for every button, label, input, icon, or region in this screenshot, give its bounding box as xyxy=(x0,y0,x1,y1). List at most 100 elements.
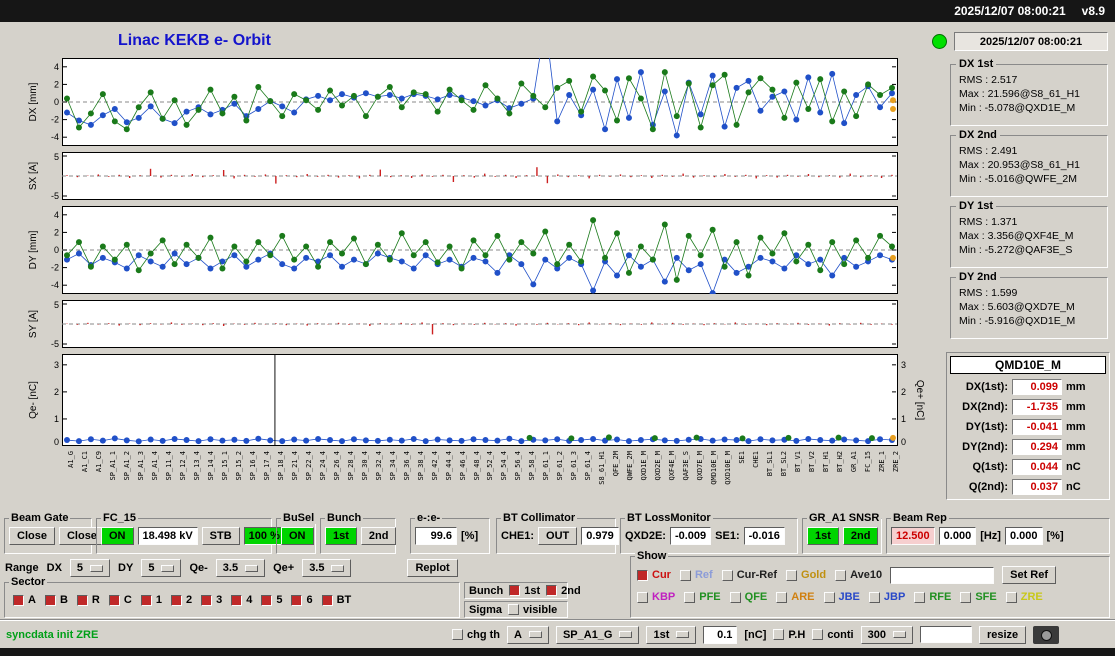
interval-select[interactable]: 300 xyxy=(860,625,913,644)
checkbox-icon[interactable] xyxy=(231,594,243,606)
range-qe-plus-select[interactable]: 3.5 xyxy=(302,559,352,577)
checkbox-icon[interactable] xyxy=(108,594,120,606)
x-axis-label: SP_48_4 xyxy=(472,451,481,481)
se1-value-display: -0.016 xyxy=(743,527,785,545)
ref-file-input[interactable] xyxy=(890,566,995,584)
checkbox-icon[interactable] xyxy=(637,569,648,581)
show-cur-ref[interactable]: Cur-Ref xyxy=(721,569,777,581)
stats-rms: RMS : 2.491 xyxy=(959,145,1018,157)
checkbox-icon[interactable] xyxy=(509,585,521,596)
monitor-row-value: 0.099 xyxy=(1012,378,1062,395)
sector-b[interactable]: B xyxy=(44,594,68,606)
range-dy-label: DY xyxy=(118,562,134,574)
sector-1[interactable]: 1 xyxy=(140,594,162,606)
checkbox-icon[interactable] xyxy=(835,569,847,581)
sector-3[interactable]: 3 xyxy=(201,594,222,606)
replot-button[interactable]: Replot xyxy=(407,559,458,577)
camera-icon[interactable] xyxy=(1033,625,1060,644)
x-axis-label: SP_58_4 xyxy=(528,451,537,481)
bunch-1st-button[interactable]: 1st xyxy=(325,527,357,545)
checkbox-icon[interactable] xyxy=(786,569,798,581)
checkbox-icon[interactable] xyxy=(721,569,733,581)
show-jbe[interactable]: JBE xyxy=(823,591,860,603)
device-select[interactable]: SP_A1_G xyxy=(555,625,640,644)
range-dx-select[interactable]: 5 xyxy=(69,559,111,577)
range-dx-label: DX xyxy=(46,562,62,574)
checkbox-icon[interactable] xyxy=(729,591,741,603)
checkbox-icon[interactable] xyxy=(868,591,880,603)
sector-5[interactable]: 5 xyxy=(261,594,282,606)
checkbox-icon[interactable] xyxy=(637,591,648,603)
ph-toggle[interactable]: P.H xyxy=(773,629,805,641)
show-ave10[interactable]: Ave10 xyxy=(835,569,882,581)
sector-2[interactable]: 2 xyxy=(170,594,192,606)
beam-gate-close-1-button[interactable]: Close xyxy=(9,527,55,545)
monitor-name[interactable]: QMD10E_M xyxy=(950,356,1106,374)
sector-r[interactable]: R xyxy=(76,594,100,606)
show-qfe[interactable]: QFE xyxy=(729,591,767,603)
show-jbp[interactable]: JBP xyxy=(868,591,905,603)
checkbox-icon[interactable] xyxy=(291,594,303,606)
checkbox-icon[interactable] xyxy=(914,591,926,603)
show-cur[interactable]: Cur xyxy=(637,569,671,581)
monitor-row-unit: nC xyxy=(1066,480,1081,493)
bunch-select[interactable]: 1st xyxy=(646,625,697,644)
checkbox-icon[interactable] xyxy=(823,591,835,603)
checkbox-icon[interactable] xyxy=(13,594,24,606)
show-zre[interactable]: ZRE xyxy=(1005,591,1043,603)
checkbox-icon[interactable] xyxy=(960,591,972,603)
show-are[interactable]: ARE xyxy=(776,591,815,603)
show-pfe[interactable]: PFE xyxy=(684,591,721,603)
conti-toggle[interactable]: conti xyxy=(812,629,854,641)
chg-th-toggle[interactable]: chg th xyxy=(452,629,500,641)
checkbox-icon[interactable] xyxy=(812,629,824,640)
checkbox-icon[interactable] xyxy=(679,569,691,581)
fc15-stb-button[interactable]: STB xyxy=(201,527,240,545)
gr-a1-1st-button[interactable]: 1st xyxy=(807,527,839,545)
sector-6[interactable]: 6 xyxy=(291,594,313,606)
show-gold[interactable]: Gold xyxy=(786,569,826,581)
checkbox-icon[interactable] xyxy=(76,594,88,606)
checkbox-icon[interactable] xyxy=(170,594,182,606)
checkbox-icon[interactable] xyxy=(684,591,696,603)
bunch-1st[interactable]: 1st xyxy=(509,585,540,597)
set-ref-button[interactable]: Set Ref xyxy=(1002,566,1057,584)
resize-button[interactable]: resize xyxy=(978,625,1027,644)
checkbox-icon[interactable] xyxy=(776,591,788,603)
checkbox-icon[interactable] xyxy=(508,604,520,615)
show-kbp[interactable]: KBP xyxy=(637,591,675,603)
show-sfe[interactable]: SFE xyxy=(960,591,997,603)
range-qe-minus-select[interactable]: 3.5 xyxy=(215,559,266,577)
bunch-2nd[interactable]: 2nd xyxy=(546,585,581,597)
fc15-on-button[interactable]: ON xyxy=(101,527,134,545)
sector-bt[interactable]: BT xyxy=(321,594,351,606)
show-rfe[interactable]: RFE xyxy=(914,591,951,603)
checkbox-icon[interactable] xyxy=(261,594,273,606)
bunch-2nd-button[interactable]: 2nd xyxy=(360,527,397,545)
mode-select[interactable]: A xyxy=(507,625,549,644)
checkbox-icon[interactable] xyxy=(140,594,152,606)
sector-c[interactable]: C xyxy=(108,594,132,606)
stats-max: Max : 20.953@S8_61_H1 xyxy=(959,159,1080,171)
checkbox-icon[interactable] xyxy=(201,594,213,606)
checkbox-icon[interactable] xyxy=(321,594,333,606)
bt-collimator-frame: BT Collimator CHE1: OUT 0.979 xyxy=(496,512,619,554)
show-ref[interactable]: Ref xyxy=(679,569,713,581)
gr-a1-2nd-button[interactable]: 2nd xyxy=(842,527,879,545)
checkbox-icon[interactable] xyxy=(452,629,463,640)
range-dy-select[interactable]: 5 xyxy=(141,559,182,577)
checkbox-icon[interactable] xyxy=(773,629,785,640)
checkbox-icon[interactable] xyxy=(546,585,558,596)
checkbox-icon[interactable] xyxy=(44,594,56,606)
checkbox-label: ZRE xyxy=(1020,591,1043,603)
x-axis-label: SP_54_4 xyxy=(500,451,509,481)
sigma-visible[interactable]: visible xyxy=(508,604,557,616)
dy-chart: 4 2 0 -2 -4 DY [mm] xyxy=(27,206,925,299)
che1-out-button[interactable]: OUT xyxy=(538,527,578,545)
checkbox-icon[interactable] xyxy=(1005,591,1017,603)
interval-input[interactable] xyxy=(919,626,972,643)
status-message: syncdata init ZRE xyxy=(6,628,99,641)
sector-4[interactable]: 4 xyxy=(231,594,252,606)
sector-a[interactable]: A xyxy=(13,594,36,606)
busel-on-button[interactable]: ON xyxy=(281,527,314,545)
